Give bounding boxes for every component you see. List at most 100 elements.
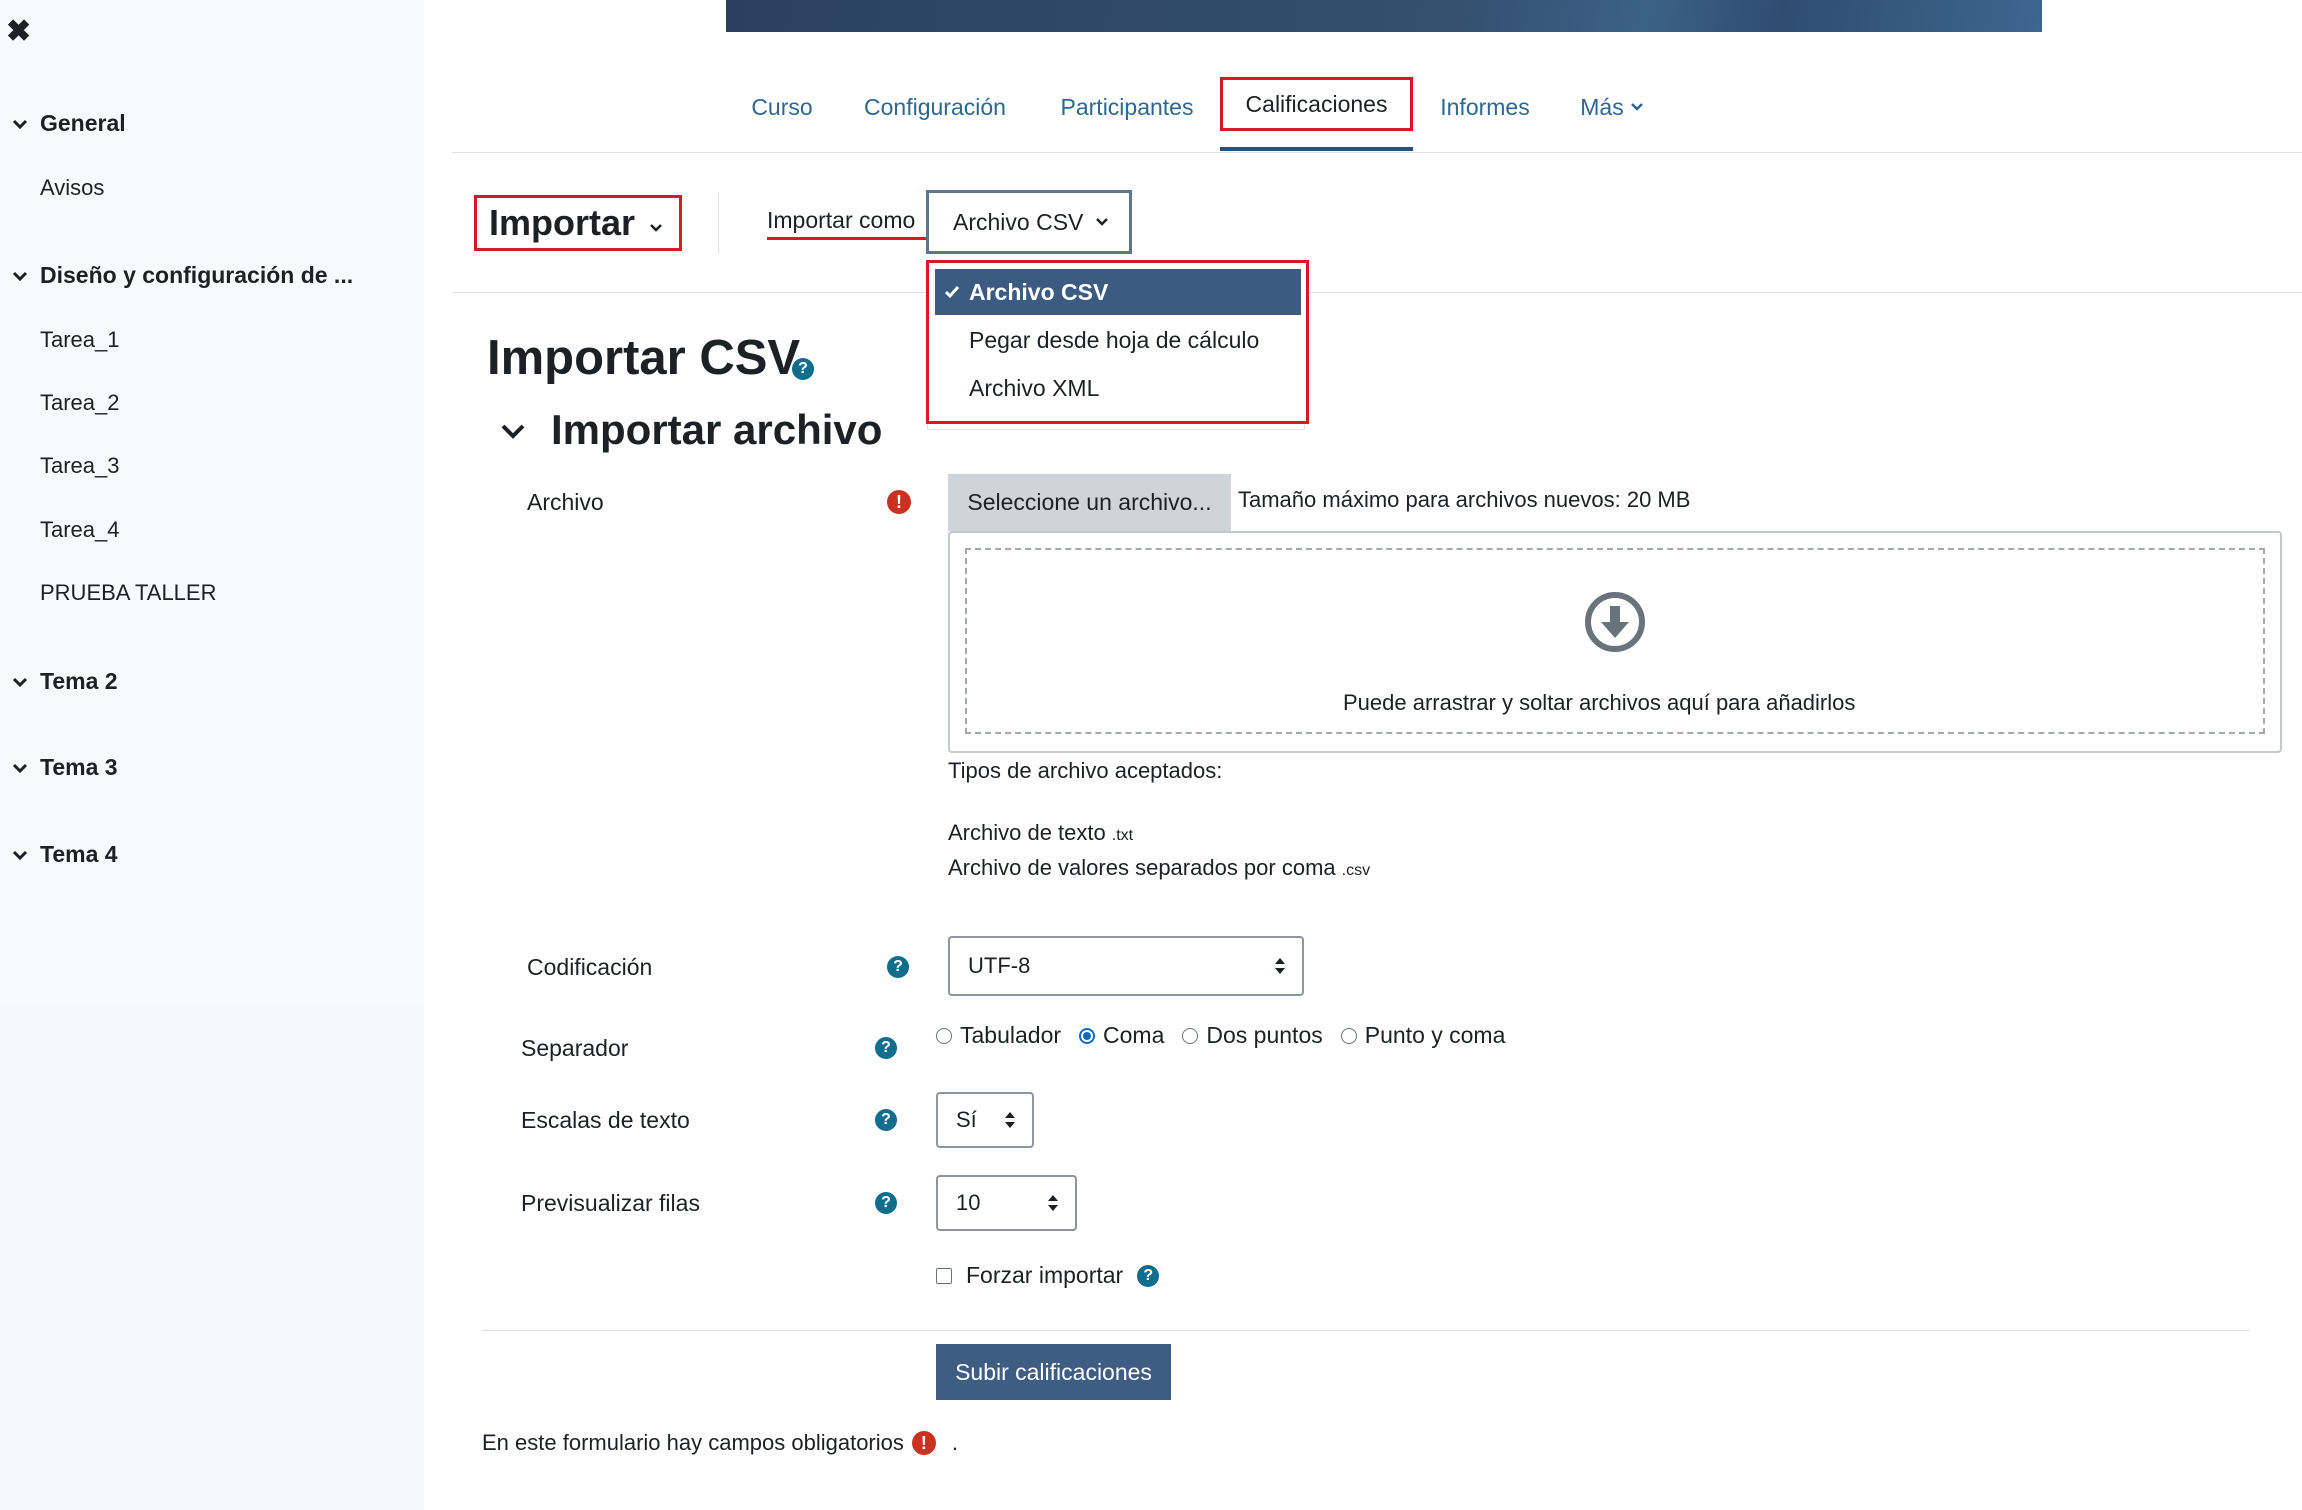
menu-item-pegar-hoja[interactable]: Pegar desde hoja de cálculo [935,317,1301,363]
section-collapse-toggle[interactable] [500,422,526,445]
accepted-type-ext: .txt [1111,827,1134,844]
tab-participantes[interactable]: Participantes [1052,72,1202,142]
force-import-row: Forzar importar ? [936,1262,1160,1289]
help-icon[interactable]: ? [792,358,814,380]
importar-label[interactable]: Importar [489,202,635,244]
radio-button[interactable] [936,1027,952,1044]
accepted-type-name: Archivo de valores separados por coma [948,855,1336,880]
separator-label: Separador [521,1035,629,1061]
preview-rows-value[interactable]: 10 [956,1190,980,1216]
tab-curso[interactable]: Curso [740,72,824,142]
menu-item-label[interactable]: Archivo XML [969,375,1099,402]
menu-item-label[interactable]: Archivo CSV [969,279,1108,306]
help-icon[interactable]: ? [1137,1264,1160,1287]
force-import-checkbox[interactable] [936,1267,952,1284]
sidebar-item-tarea-4[interactable]: Tarea_4 [40,517,120,543]
radio-label[interactable]: Punto y coma [1365,1022,1506,1049]
force-import-label[interactable]: Forzar importar [966,1262,1123,1289]
importar-action-menu[interactable]: Importar [474,195,682,251]
chevron-down-icon [650,224,662,232]
close-icon[interactable]: ✖ [6,17,34,47]
chevron-down-icon [1096,218,1109,226]
course-header-banner [726,0,2042,32]
accepted-type-name: Archivo de texto [948,820,1106,845]
chevron-down-icon [1630,103,1643,111]
page-title: Importar CSV [487,331,801,385]
preview-rows-label: Previsualizar filas [521,1190,700,1216]
nav-divider [452,152,2302,153]
sidebar-section-tema-4[interactable]: Tema 4 [0,841,118,868]
max-file-size: Tamaño máximo para archivos nuevos: 20 M… [1238,487,1691,512]
select-arrows-icon [1048,1195,1058,1211]
accepted-type-ext: .csv [1341,862,1371,879]
sidebar-section-label[interactable]: General [40,110,126,137]
sidebar-section-label[interactable]: Tema 2 [40,668,118,695]
separator-option-punto-y-coma[interactable]: Punto y coma [1340,1022,1506,1049]
chevron-down-icon[interactable] [0,118,40,130]
sidebar-section-label[interactable]: Tema 3 [40,754,118,781]
choose-file-button[interactable]: Seleccione un archivo... [948,474,1231,531]
chevron-down-icon[interactable] [500,422,526,440]
highlight-underline [767,237,927,240]
preview-rows-select[interactable]: 10 [936,1175,1077,1231]
tab-informes[interactable]: Informes [1430,72,1540,142]
radio-button[interactable] [1182,1027,1199,1044]
divider [718,192,719,254]
sidebar-item-tarea-1[interactable]: Tarea_1 [40,327,120,353]
tab-calificaciones[interactable]: Calificaciones [1220,77,1413,131]
radio-label[interactable]: Dos puntos [1206,1022,1322,1049]
sidebar-item-tarea-3[interactable]: Tarea_3 [40,453,120,479]
separator-option-tabulador[interactable]: Tabulador [936,1022,1061,1049]
chevron-down-icon[interactable] [0,849,40,861]
tab-mas-label[interactable]: Más [1580,94,1623,121]
sidebar-section-general[interactable]: General [0,110,126,137]
chevron-down-icon[interactable] [0,676,40,688]
help-icon[interactable]: ? [875,1037,897,1059]
menu-item-label[interactable]: Pegar desde hoja de cálculo [969,327,1259,354]
help-icon[interactable]: ? [875,1192,897,1214]
encoding-value[interactable]: UTF-8 [968,953,1030,979]
sidebar-section-label[interactable]: Tema 4 [40,841,118,868]
sidebar-item-tarea-2[interactable]: Tarea_2 [40,390,120,416]
chevron-down-icon[interactable] [0,762,40,774]
required-note-end: . [951,1430,959,1455]
encoding-select[interactable]: UTF-8 [948,936,1304,996]
tab-configuracion[interactable]: Configuración [852,72,1018,142]
sidebar-section-tema-2[interactable]: Tema 2 [0,668,118,695]
chevron-down-icon[interactable] [0,270,40,282]
course-index-drawer: ✖ General Avisos Diseño y configuración … [0,0,424,1006]
encoding-label: Codificación [527,954,653,980]
text-scales-value[interactable]: Sí [956,1107,977,1133]
import-as-label: Importar como [767,207,916,233]
submit-grades-button[interactable]: Subir calificaciones [936,1344,1171,1400]
menu-item-archivo-csv[interactable]: Archivo CSV [935,269,1301,315]
select-arrows-icon [1275,958,1285,974]
sidebar-item-prueba-taller[interactable]: PRUEBA TALLER [40,580,216,606]
sidebar-section-tema-3[interactable]: Tema 3 [0,754,118,781]
radio-button[interactable] [1340,1027,1357,1044]
section-heading: Importar archivo [551,406,883,453]
text-scales-label: Escalas de texto [521,1107,690,1133]
sidebar-section-diseno[interactable]: Diseño y configuración de ... [0,262,353,289]
required-icon: ! [911,1431,936,1455]
drop-instructions: Puede arrastrar y soltar archivos aquí p… [1343,690,1856,715]
sidebar-footer-area [0,1006,424,1510]
required-note-text: En este formulario hay campos obligatori… [482,1430,904,1455]
sidebar-item-avisos[interactable]: Avisos [40,175,104,201]
import-as-value[interactable]: Archivo CSV [953,209,1083,236]
help-icon[interactable]: ? [887,956,909,978]
import-as-dropdown[interactable]: Archivo CSV [926,190,1132,254]
tab-mas[interactable]: Más [1572,72,1652,142]
sidebar-section-label[interactable]: Diseño y configuración de ... [40,262,353,289]
radio-label[interactable]: Coma [1103,1022,1164,1049]
required-icon: ! [887,490,911,514]
separator-option-dos-puntos[interactable]: Dos puntos [1182,1022,1323,1049]
download-arrow-icon [1583,590,1647,659]
radio-button-selected[interactable] [1079,1027,1096,1044]
separator-option-coma[interactable]: Coma [1079,1022,1164,1049]
menu-item-archivo-xml[interactable]: Archivo XML [935,365,1301,411]
form-divider [482,1330,2250,1331]
radio-label[interactable]: Tabulador [960,1022,1061,1049]
text-scales-select[interactable]: Sí [936,1092,1034,1148]
help-icon[interactable]: ? [875,1109,897,1131]
